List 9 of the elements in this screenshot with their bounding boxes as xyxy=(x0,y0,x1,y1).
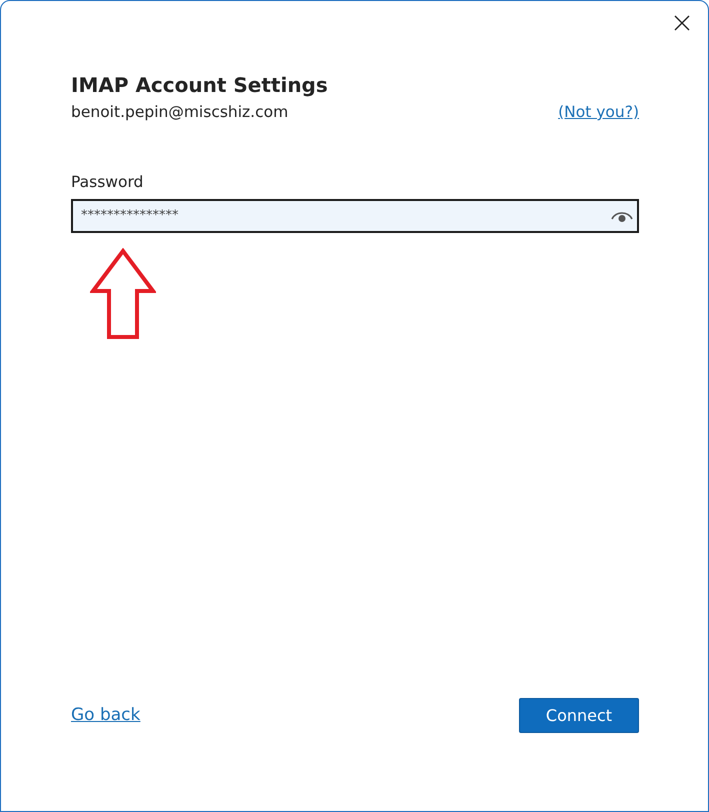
connect-button[interactable]: Connect xyxy=(519,698,639,733)
go-back-link[interactable]: Go back xyxy=(71,702,140,728)
password-field[interactable]: *************** xyxy=(71,198,639,232)
not-you-link[interactable]: (Not you?) xyxy=(558,101,639,124)
dialog-title: IMAP Account Settings xyxy=(71,73,329,97)
account-email: benoit.pepin@miscshiz.com xyxy=(71,102,288,123)
password-label: Password xyxy=(71,173,144,192)
annotation-arrow-icon xyxy=(90,248,156,340)
close-icon xyxy=(672,13,692,33)
